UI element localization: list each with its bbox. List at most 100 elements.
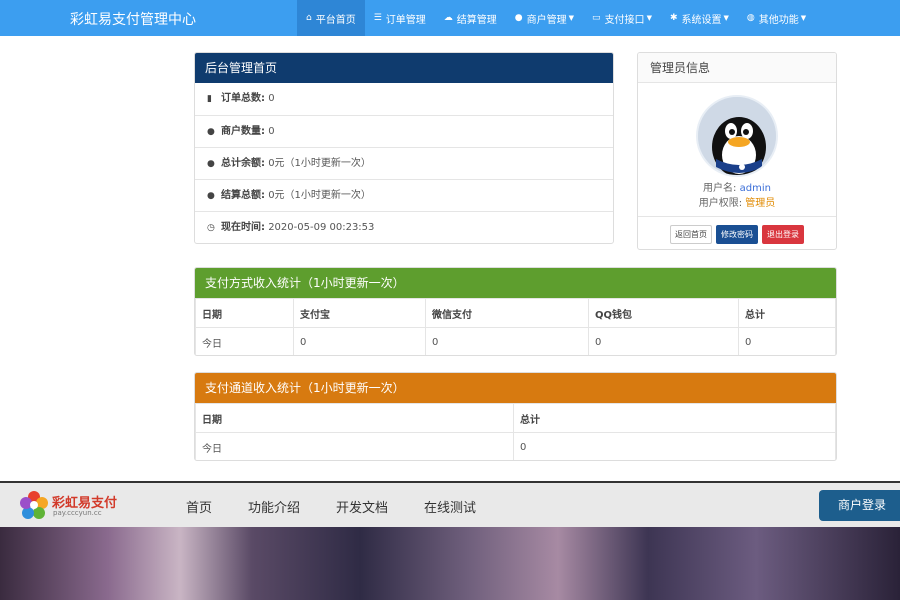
stat-label: 现在时间: <box>221 222 265 233</box>
channel-table: 日期 总计 今日 0 <box>195 403 836 460</box>
stat-value: 2020-05-09 00:23:53 <box>268 222 375 233</box>
table-cell: 0 <box>738 327 836 355</box>
table-header-row: 日期 支付宝 微信支付 QQ钱包 总计 <box>195 298 836 328</box>
main-nav: ⌂ 平台首页 ☰ 订单管理 ☁ 结算管理 ● 商户管理 ▼ ▭ 支付接口 ▼ ✱… <box>297 0 815 36</box>
drop-icon: ● <box>207 159 215 169</box>
avatar <box>696 95 778 177</box>
stat-label: 总计余额: <box>221 158 265 169</box>
pay-method-stats-title: 支付方式收入统计（1小时更新一次） <box>195 268 836 298</box>
nav-item-home[interactable]: ⌂ 平台首页 <box>297 0 365 36</box>
table-row: 今日 0 <box>195 432 836 460</box>
column-header: 支付宝 <box>293 298 426 328</box>
table-row: 今日 0 0 0 0 <box>195 327 836 355</box>
table-cell: 0 <box>293 327 426 355</box>
logout-button[interactable]: 退出登录 <box>762 225 804 244</box>
nav-item-orders[interactable]: ☰ 订单管理 <box>365 0 435 36</box>
chevron-down-icon: ▼ <box>646 14 652 22</box>
chevron-down-icon: ▼ <box>723 14 729 22</box>
stat-row-time: ◷ 现在时间: 2020-05-09 00:23:53 <box>195 211 613 243</box>
admin-title: 管理员信息 <box>638 53 836 83</box>
site-nav-test[interactable]: 在线测试 <box>424 497 476 516</box>
stat-value: 0 <box>268 93 275 104</box>
column-header: 微信支付 <box>425 298 589 328</box>
table-header-row: 日期 总计 <box>195 403 836 433</box>
site-nav-features[interactable]: 功能介绍 <box>248 497 300 516</box>
dashboard-title: 后台管理首页 <box>195 53 613 83</box>
nav-label: 平台首页 <box>315 14 356 26</box>
bar-chart-icon: ▮ <box>207 94 212 104</box>
table-cell: 今日 <box>195 432 514 460</box>
column-header: 日期 <box>195 298 294 328</box>
change-password-button[interactable]: 修改密码 <box>716 225 758 244</box>
channel-stats-title: 支付通道收入统计（1小时更新一次） <box>195 373 836 403</box>
merchant-login-button[interactable]: 商户登录 <box>819 490 900 521</box>
admin-role-line: 用户权限: 管理员 <box>638 194 836 209</box>
nav-label: 结算管理 <box>456 14 497 26</box>
cloud-icon: ☁ <box>443 13 453 23</box>
role-label: 用户权限: <box>698 198 743 209</box>
home-icon: ⌂ <box>306 13 312 23</box>
stat-value: 0 <box>268 126 275 137</box>
stat-row-merchants: ● 商户数量: 0 <box>195 115 613 147</box>
site-nav-docs[interactable]: 开发文档 <box>336 497 388 516</box>
logo-subtitle: pay.cccyun.cc <box>53 509 102 517</box>
stat-label: 商户数量: <box>221 126 265 137</box>
admin-panel: 管理员信息 用户名: admin 用户权限: 管理员 返回首页 修改密码 退出登… <box>637 52 837 250</box>
table-cell: 0 <box>513 432 836 460</box>
nav-item-merchants[interactable]: ● 商户管理 ▼ <box>506 0 583 36</box>
column-header: QQ钱包 <box>588 298 739 328</box>
stat-row-orders: ▮ 订单总数: 0 <box>195 83 613 115</box>
top-navbar: 彩虹易支付管理中心 ⌂ 平台首页 ☰ 订单管理 ☁ 结算管理 ● 商户管理 ▼ … <box>0 0 900 36</box>
table-cell: 0 <box>425 327 589 355</box>
penguin-icon <box>698 97 776 175</box>
stat-value: 0元（1小时更新一次） <box>268 190 371 201</box>
username-label: 用户名: <box>703 183 737 194</box>
clock-icon: ◷ <box>207 223 215 233</box>
list-icon: ☰ <box>373 13 382 23</box>
back-home-button[interactable]: 返回首页 <box>670 225 712 244</box>
site-header: 彩虹易支付 pay.cccyun.cc 首页 功能介绍 开发文档 在线测试 商户… <box>0 481 900 600</box>
stat-label: 结算总额: <box>221 190 265 201</box>
site-nav-home[interactable]: 首页 <box>186 497 212 516</box>
drop-icon: ● <box>207 191 215 201</box>
gear-icon: ✱ <box>669 13 678 23</box>
stat-row-settlement: ● 结算总额: 0元（1小时更新一次） <box>195 179 613 211</box>
chevron-down-icon: ▼ <box>568 14 575 22</box>
table-cell: 0 <box>588 327 739 355</box>
drop-icon: ● <box>207 127 215 137</box>
nav-label: 其他功能 <box>758 14 799 26</box>
site-nav-bar: 彩虹易支付 pay.cccyun.cc 首页 功能介绍 开发文档 在线测试 商户… <box>0 481 900 527</box>
channel-stats-panel: 支付通道收入统计（1小时更新一次） 日期 总计 今日 0 <box>194 372 837 461</box>
admin-username-line: 用户名: admin <box>638 179 836 194</box>
hero-background <box>0 527 900 600</box>
role-value: 管理员 <box>745 198 776 209</box>
nav-label: 支付接口 <box>604 14 645 26</box>
nav-item-settlement[interactable]: ☁ 结算管理 <box>435 0 506 36</box>
app-brand[interactable]: 彩虹易支付管理中心 <box>70 9 196 29</box>
nav-item-payment-api[interactable]: ▭ 支付接口 ▼ <box>583 0 661 36</box>
stat-value: 0元（1小时更新一次） <box>268 158 371 169</box>
chevron-down-icon: ▼ <box>800 14 807 22</box>
globe-icon: ◍ <box>746 13 755 23</box>
table-cell: 今日 <box>195 327 294 355</box>
site-nav: 首页 功能介绍 开发文档 在线测试 <box>186 497 512 516</box>
column-header: 日期 <box>195 403 514 433</box>
dashboard-panel: 后台管理首页 ▮ 订单总数: 0 ● 商户数量: 0 ● 总计余额: 0元（1小时更新… <box>194 52 614 244</box>
column-header: 总计 <box>738 298 836 328</box>
admin-buttons: 返回首页 修改密码 退出登录 <box>638 216 836 244</box>
nav-label: 订单管理 <box>385 14 426 26</box>
user-icon: ● <box>514 13 523 23</box>
username-value: admin <box>739 183 771 194</box>
pay-method-table: 日期 支付宝 微信支付 QQ钱包 总计 今日 0 0 0 0 <box>195 298 836 355</box>
stat-row-balance: ● 总计余额: 0元（1小时更新一次） <box>195 147 613 179</box>
nav-label: 系统设置 <box>681 14 722 26</box>
card-icon: ▭ <box>592 13 601 23</box>
column-header: 总计 <box>513 403 836 433</box>
rainbow-flower-icon <box>20 491 48 519</box>
stat-label: 订单总数: <box>221 93 265 104</box>
nav-item-other[interactable]: ◍ 其他功能 ▼ <box>738 0 815 36</box>
nav-item-system-settings[interactable]: ✱ 系统设置 ▼ <box>661 0 738 36</box>
site-logo[interactable]: 彩虹易支付 pay.cccyun.cc <box>18 489 128 523</box>
pay-method-stats-panel: 支付方式收入统计（1小时更新一次） 日期 支付宝 微信支付 QQ钱包 总计 今日… <box>194 267 837 356</box>
nav-label: 商户管理 <box>526 14 567 26</box>
